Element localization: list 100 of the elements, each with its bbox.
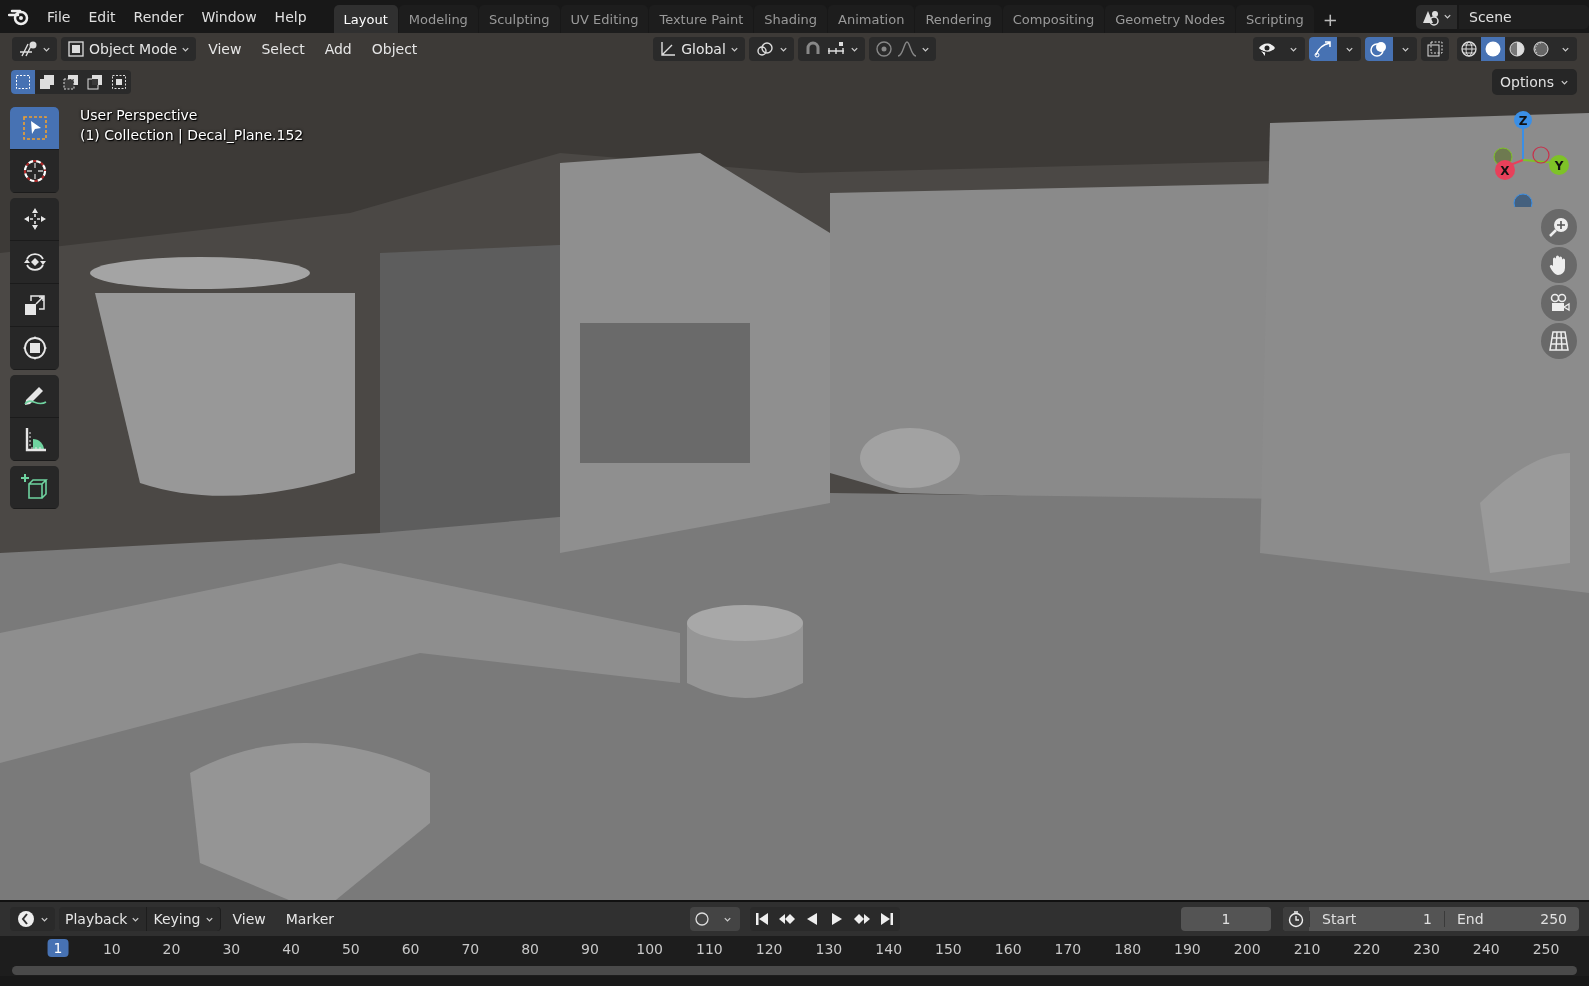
header-menu-item[interactable]: View (200, 41, 250, 57)
workspace-tab[interactable]: Animation (828, 5, 915, 33)
clock-icon (16, 909, 36, 929)
active-object-text: (1) Collection | Decal_Plane.152 (80, 127, 304, 143)
timeline-dropdown[interactable]: Keying (147, 907, 221, 931)
end-frame-field[interactable]: End 250 (1444, 911, 1579, 927)
workspace-tab[interactable]: UV Editing (560, 5, 649, 33)
workspace-tab[interactable]: Sculpting (478, 5, 560, 33)
frame-number: 20 (162, 941, 181, 957)
workspace-tab[interactable]: Shading (754, 5, 828, 33)
menu-item[interactable]: File (38, 8, 80, 25)
frame-number: 110 (696, 941, 723, 957)
wireframe-sphere-icon (1460, 40, 1478, 58)
previous-keyframe-icon (778, 911, 796, 927)
orientation-axes-icon (659, 40, 678, 58)
tool-button[interactable] (10, 107, 59, 150)
options-dropdown[interactable]: Options (1491, 69, 1577, 95)
workspace-tab[interactable]: Layout (333, 5, 398, 33)
viewport-toggle-button[interactable] (1309, 37, 1337, 61)
editor-type-button[interactable] (10, 907, 55, 931)
xray-icon (1426, 40, 1444, 58)
preview-range-toggle[interactable] (1283, 907, 1309, 931)
timeline-menu-item[interactable]: Marker (277, 911, 343, 927)
start-frame-value: 1 (1423, 911, 1432, 927)
editor-type-button[interactable] (12, 37, 57, 61)
menu-item[interactable]: Edit (79, 8, 125, 25)
select-extend-icon (39, 74, 55, 90)
overlay-icon (1369, 40, 1389, 58)
pivot-dropdown[interactable] (748, 37, 794, 61)
select-invert-icon (87, 74, 103, 90)
frame-number: 90 (581, 941, 599, 957)
frame-number: 120 (755, 941, 783, 957)
navigation-gizmo[interactable]: Z X Y (1483, 107, 1583, 207)
frame-number: 180 (1114, 941, 1142, 957)
timeline-dropdown[interactable]: Playback (59, 907, 148, 931)
current-frame-field[interactable]: 1 (1181, 907, 1271, 931)
menu-item[interactable]: Window (192, 8, 266, 25)
scene-selector-button[interactable] (1416, 4, 1457, 29)
frame-number: 230 (1413, 941, 1440, 957)
header-menu-item[interactable]: Select (253, 41, 313, 57)
gizmo-icon (1313, 40, 1333, 58)
workspace-tab[interactable]: Compositing (1002, 5, 1105, 33)
end-frame-label: End (1457, 911, 1484, 927)
jump-end-icon (879, 911, 895, 927)
proportional-circle-icon (874, 40, 893, 58)
frame-number: 70 (461, 941, 480, 957)
add-workspace-button[interactable]: + (1314, 5, 1346, 33)
viewport-toggle-button[interactable] (1365, 37, 1393, 61)
workspace-tab[interactable]: Modeling (398, 5, 478, 33)
frame-number: 160 (994, 941, 1022, 957)
frame-number: 210 (1293, 941, 1321, 957)
select-box-icon (21, 115, 48, 141)
timeline-scrollbar[interactable] (12, 965, 1577, 975)
frame-number: 200 (1233, 941, 1261, 957)
proportional-editing-toggle[interactable] (868, 37, 936, 61)
header-menu-item[interactable]: Add (316, 41, 360, 57)
mode-dropdown[interactable]: Object Mode (61, 37, 197, 61)
frame-number: 220 (1353, 941, 1381, 957)
header-menu-item[interactable]: Object (363, 41, 426, 57)
frame-number: 30 (222, 941, 241, 957)
jump-start-icon (754, 911, 770, 927)
frame-number: 40 (282, 941, 300, 957)
frame-number: 250 (1532, 941, 1560, 957)
next-keyframe-icon (853, 911, 871, 927)
stopwatch-icon (1287, 910, 1305, 928)
select-intersect-icon (111, 74, 127, 90)
record-circle-icon (694, 911, 710, 927)
workspace-tab[interactable]: Rendering (915, 5, 1002, 33)
timeline-menu-item[interactable]: View (224, 911, 274, 927)
frame-number: 10 (102, 941, 121, 957)
orientation-dropdown[interactable]: Global (653, 37, 745, 61)
view-name-text: User Perspective (80, 107, 198, 123)
rendered-sphere-icon (1532, 40, 1550, 58)
scene-name-field[interactable]: Scene (1459, 4, 1589, 29)
add-cube-icon (19, 472, 50, 502)
menu-item[interactable]: Render (124, 8, 193, 25)
select-new-icon (15, 74, 31, 90)
frame-number: 170 (1054, 941, 1082, 957)
frame-number: 130 (815, 941, 843, 957)
zoom-icon (1547, 215, 1571, 239)
frame-number: 140 (875, 941, 903, 957)
snap-toggle[interactable] (797, 37, 865, 61)
menu-item[interactable]: Help (265, 8, 316, 25)
solid-sphere-icon (1484, 40, 1502, 58)
start-frame-field[interactable]: Start 1 (1309, 911, 1444, 927)
workspace-tab[interactable]: Scripting (1235, 5, 1314, 33)
grid-icon (1547, 329, 1571, 353)
blender-logo-icon[interactable] (8, 7, 30, 26)
workspace-tab[interactable]: Texture Paint (649, 5, 754, 33)
playhead-frame-marker[interactable]: 1 (47, 939, 69, 957)
falloff-curve-icon (896, 40, 917, 58)
material-sphere-icon (1508, 40, 1526, 58)
frame-number: 100 (636, 941, 663, 957)
pivot-icon (754, 40, 775, 58)
workspace-tab[interactable]: Geometry Nodes (1105, 5, 1235, 33)
caret-icon (1443, 12, 1452, 21)
selection-mode-button[interactable] (11, 70, 35, 94)
start-frame-label: Start (1322, 911, 1357, 927)
shading-mode-button[interactable] (1481, 37, 1505, 61)
frame-number: 80 (521, 941, 539, 957)
